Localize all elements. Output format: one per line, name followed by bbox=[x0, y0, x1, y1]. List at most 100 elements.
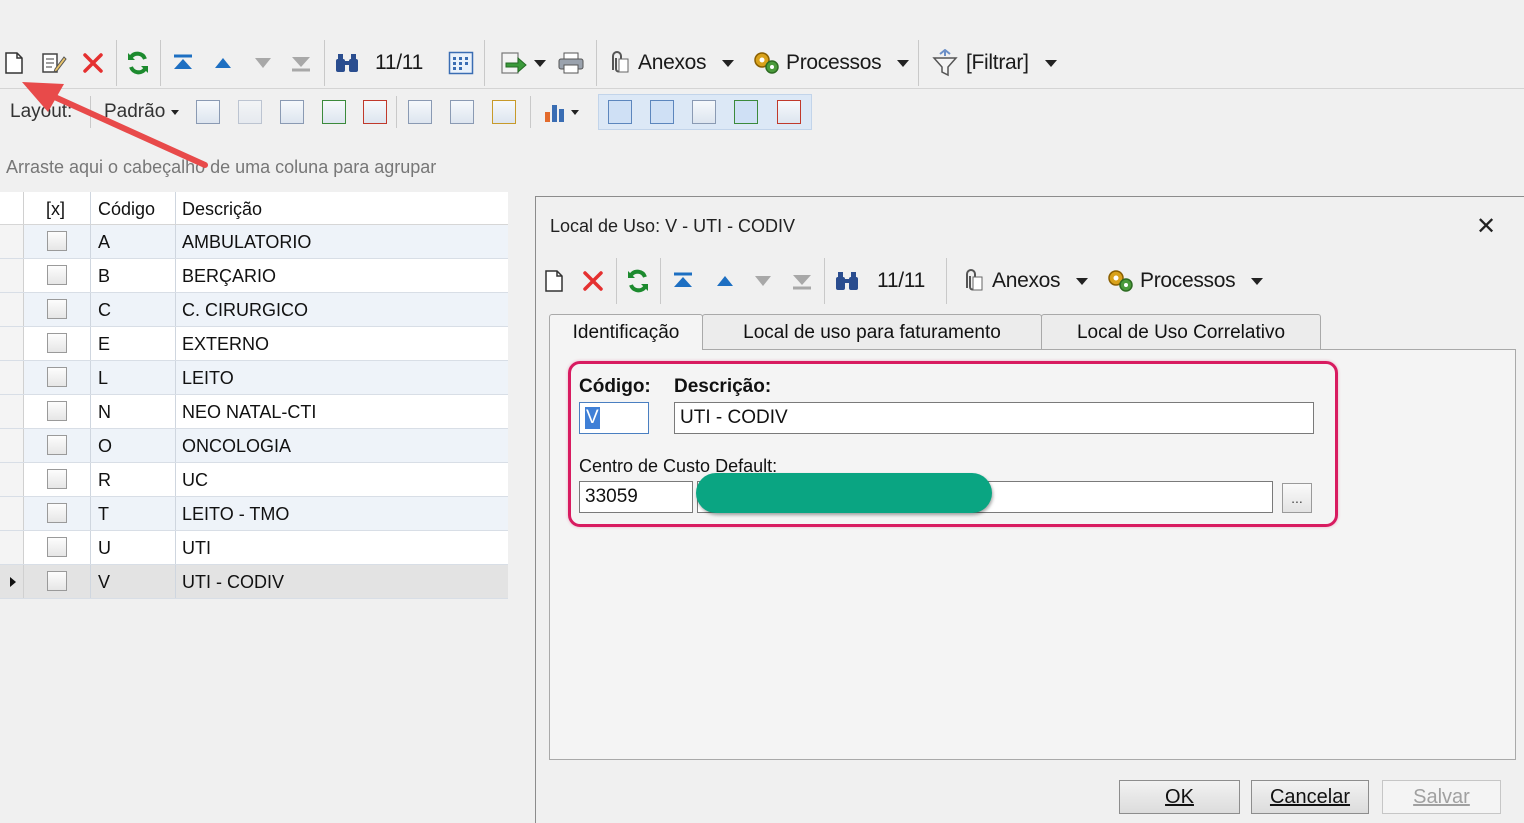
record-counter: 11/11 bbox=[375, 51, 423, 74]
grid-body: A AMBULATORIO B BERÇARIO C C. CIRURGICO E EX… bbox=[0, 225, 508, 599]
dialog-first-button[interactable] bbox=[670, 264, 696, 298]
gears-icon bbox=[754, 52, 779, 74]
row-code: B bbox=[98, 266, 111, 286]
columns-layout-icon[interactable] bbox=[280, 100, 304, 124]
dialog-delete-button[interactable] bbox=[580, 264, 606, 298]
card-view-icon[interactable] bbox=[650, 100, 674, 124]
row-checkbox[interactable] bbox=[47, 265, 67, 285]
restore-layout-icon[interactable] bbox=[238, 100, 262, 124]
dialog-anexos-button[interactable]: Anexos bbox=[958, 264, 1094, 298]
last-arrow-icon bbox=[292, 57, 310, 72]
down-arrow-icon bbox=[755, 276, 771, 286]
column-header-check[interactable]: [x] bbox=[46, 199, 65, 220]
processos-dropdown-caret[interactable] bbox=[897, 59, 910, 67]
row-checkbox[interactable] bbox=[47, 469, 67, 489]
annotation-arrow bbox=[22, 82, 208, 168]
dialog-close-button[interactable]: ✕ bbox=[1476, 212, 1496, 241]
table-row[interactable]: T LEITO - TMO bbox=[0, 497, 508, 531]
row-code: A bbox=[98, 232, 111, 252]
down-arrow-icon bbox=[255, 58, 271, 68]
group-panel-icon[interactable] bbox=[408, 100, 432, 124]
row-checkbox[interactable] bbox=[47, 367, 67, 387]
next-record-button[interactable] bbox=[250, 46, 276, 80]
refresh-icon bbox=[628, 269, 648, 293]
row-code: T bbox=[98, 504, 109, 524]
column-header-description[interactable]: Descrição bbox=[182, 199, 262, 220]
row-code: C bbox=[98, 300, 111, 320]
header-indicator-cell bbox=[0, 192, 24, 224]
row-checkbox[interactable] bbox=[47, 537, 67, 557]
table-row[interactable]: U UTI bbox=[0, 531, 508, 565]
table-row[interactable]: B BERÇARIO bbox=[0, 259, 508, 293]
anexos-dropdown-caret[interactable] bbox=[722, 59, 735, 67]
row-pointer-icon bbox=[10, 577, 16, 587]
row-code: V bbox=[98, 572, 111, 592]
table-row[interactable]: R UC bbox=[0, 463, 508, 497]
column-header-code[interactable]: Código bbox=[98, 199, 155, 220]
font-settings-icon[interactable] bbox=[777, 100, 801, 124]
dialog-processos-button[interactable]: Processos bbox=[1106, 264, 1270, 298]
table-row[interactable]: C C. CIRURGICO bbox=[0, 293, 508, 327]
row-checkbox[interactable] bbox=[47, 435, 67, 455]
row-checkbox[interactable] bbox=[47, 299, 67, 319]
dialog-anexos-dropdown-caret[interactable] bbox=[1076, 277, 1089, 285]
dialog-next-button[interactable] bbox=[750, 264, 776, 298]
row-checkbox[interactable] bbox=[47, 503, 67, 523]
band-view-icon[interactable] bbox=[734, 100, 758, 124]
dialog-find-button[interactable] bbox=[832, 264, 862, 298]
last-record-button[interactable] bbox=[288, 46, 314, 80]
ok-label: OK bbox=[1165, 785, 1194, 808]
print-button[interactable] bbox=[556, 46, 586, 80]
sum-footer-icon[interactable] bbox=[450, 100, 474, 124]
table-row[interactable]: L LEITO bbox=[0, 361, 508, 395]
toolbar-divider bbox=[0, 88, 1524, 89]
row-description: BERÇARIO bbox=[182, 266, 277, 286]
filtrar-button[interactable]: [Filtrar] bbox=[932, 46, 1072, 80]
ok-button[interactable]: OK bbox=[1119, 780, 1240, 814]
dialog-refresh-button[interactable] bbox=[624, 264, 652, 298]
first-arrow-icon bbox=[674, 272, 692, 287]
table-view-icon[interactable] bbox=[692, 100, 716, 124]
records-grid: [x] Código Descrição A AMBULATORIO B BERÇA… bbox=[0, 192, 508, 599]
gears-icon bbox=[1108, 270, 1133, 292]
highlight-annotation-box bbox=[568, 361, 1338, 527]
table-row[interactable]: N NEO NATAL-CTI bbox=[0, 395, 508, 429]
calendar-button[interactable] bbox=[447, 46, 475, 80]
main-toolbar: 11/11 Anexos Processos [Filtrar] bbox=[0, 40, 1524, 86]
export-dropdown-caret[interactable] bbox=[534, 59, 546, 67]
anexos-button[interactable]: Anexos bbox=[604, 46, 740, 80]
processos-button[interactable]: Processos bbox=[752, 46, 916, 80]
salvar-button[interactable]: Salvar bbox=[1382, 780, 1501, 814]
dialog-new-button[interactable] bbox=[542, 264, 566, 298]
row-description: UC bbox=[182, 470, 208, 490]
dialog-last-button[interactable] bbox=[789, 264, 815, 298]
table-row[interactable]: O ONCOLOGIA bbox=[0, 429, 508, 463]
row-checkbox[interactable] bbox=[47, 401, 67, 421]
dialog-previous-button[interactable] bbox=[712, 264, 738, 298]
find-button[interactable] bbox=[332, 46, 362, 80]
tab-local-de-uso-faturamento[interactable]: Local de uso para faturamento bbox=[702, 314, 1042, 350]
row-checkbox[interactable] bbox=[47, 571, 67, 591]
tab-identificacao[interactable]: Identificação bbox=[549, 314, 703, 350]
tab-local-de-uso-correlativo[interactable]: Local de Uso Correlativo bbox=[1041, 314, 1321, 350]
delete-x-icon bbox=[583, 271, 603, 291]
table-row[interactable]: A AMBULATORIO bbox=[0, 225, 508, 259]
grid-view-icon[interactable] bbox=[608, 100, 632, 124]
row-checkbox[interactable] bbox=[47, 231, 67, 251]
cancelar-label: Cancelar bbox=[1269, 785, 1351, 808]
import-layout-icon[interactable] bbox=[322, 100, 346, 124]
dialog-processos-dropdown-caret[interactable] bbox=[1251, 277, 1264, 285]
binoculars-icon bbox=[336, 54, 358, 72]
table-row-selected[interactable]: V UTI - CODIV bbox=[0, 565, 508, 599]
printer-icon bbox=[558, 52, 584, 74]
row-checkbox[interactable] bbox=[47, 333, 67, 353]
export-button[interactable] bbox=[494, 46, 550, 80]
filtrar-dropdown-caret[interactable] bbox=[1044, 59, 1057, 67]
export-layout-icon[interactable] bbox=[363, 100, 387, 124]
auto-filter-icon[interactable] bbox=[492, 100, 516, 124]
last-arrow-icon bbox=[793, 275, 811, 290]
cancelar-button[interactable]: Cancelar bbox=[1251, 780, 1369, 814]
chart-dropdown-button[interactable] bbox=[543, 100, 585, 124]
table-row[interactable]: E EXTERNO bbox=[0, 327, 508, 361]
grid-header: [x] Código Descrição bbox=[0, 192, 508, 225]
